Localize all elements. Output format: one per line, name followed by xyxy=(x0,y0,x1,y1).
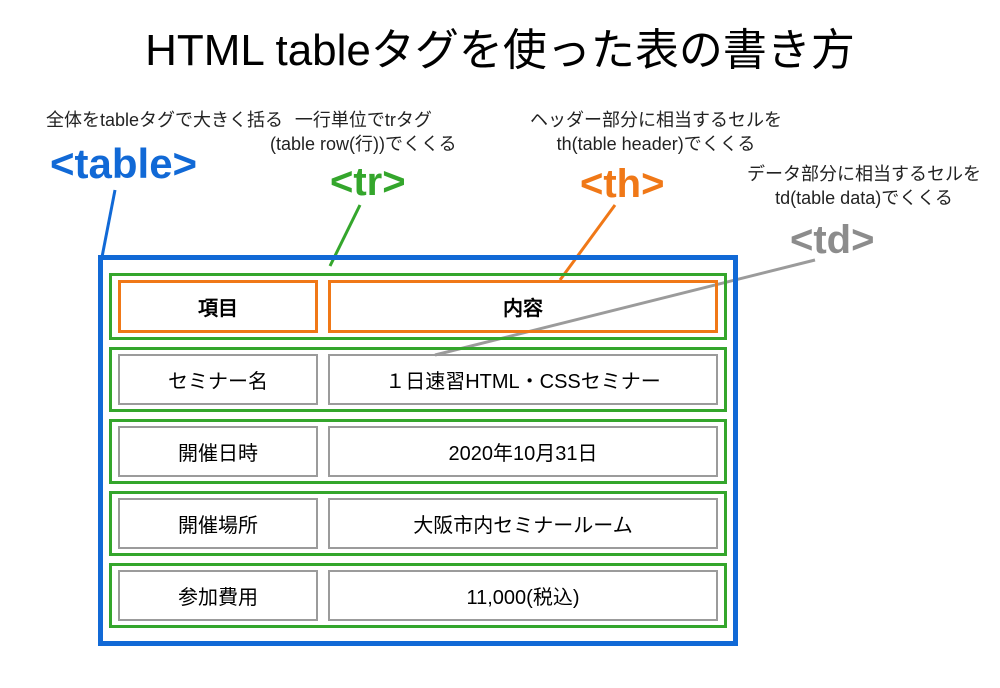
td-cell: セミナー名 xyxy=(118,354,318,405)
anno-tr: 一行単位でtrタグ (table row(行))でくくる xyxy=(270,108,457,157)
td-cell: １日速習HTML・CSSセミナー xyxy=(328,354,718,405)
anno-tr-line1: 一行単位でtrタグ xyxy=(295,110,432,130)
label-td-tag: <td> xyxy=(790,218,874,263)
anno-table: 全体をtableタグで大きく括る xyxy=(46,108,283,132)
anno-th: ヘッダー部分に相当するセルを th(table header)でくくる xyxy=(530,108,782,157)
table-diagram: 項目 内容 セミナー名 １日速習HTML・CSSセミナー 開催日時 2020年1… xyxy=(98,255,738,646)
anno-th-line1: ヘッダー部分に相当するセルを xyxy=(530,110,782,130)
td-cell: 大阪市内セミナールーム xyxy=(328,498,718,549)
anno-td-line2: td(table data)でくくる xyxy=(775,188,953,208)
td-cell: 11,000(税込) xyxy=(328,570,718,621)
td-cell: 開催場所 xyxy=(118,498,318,549)
td-cell: 2020年10月31日 xyxy=(328,426,718,477)
table-container: 項目 内容 セミナー名 １日速習HTML・CSSセミナー 開催日時 2020年1… xyxy=(98,255,738,646)
page-title: HTML tableタグを使った表の書き方 xyxy=(0,0,1000,78)
table-row: 開催場所 大阪市内セミナールーム xyxy=(109,491,727,556)
label-table-tag: <table> xyxy=(50,140,197,188)
td-cell: 開催日時 xyxy=(118,426,318,477)
label-tr-tag: <tr> xyxy=(330,160,406,205)
anno-td: データ部分に相当するセルを td(table data)でくくる xyxy=(747,162,981,211)
anno-tr-line2: (table row(行))でくくる xyxy=(270,134,457,154)
table-row: セミナー名 １日速習HTML・CSSセミナー xyxy=(109,347,727,412)
label-th-tag: <th> xyxy=(580,162,664,207)
th-cell: 項目 xyxy=(118,280,318,333)
table-row: 項目 内容 xyxy=(109,273,727,340)
th-cell: 内容 xyxy=(328,280,718,333)
table-row: 開催日時 2020年10月31日 xyxy=(109,419,727,484)
table-row: 参加費用 11,000(税込) xyxy=(109,563,727,628)
td-cell: 参加費用 xyxy=(118,570,318,621)
anno-th-line2: th(table header)でくくる xyxy=(557,134,756,154)
anno-td-line1: データ部分に相当するセルを xyxy=(747,164,981,184)
